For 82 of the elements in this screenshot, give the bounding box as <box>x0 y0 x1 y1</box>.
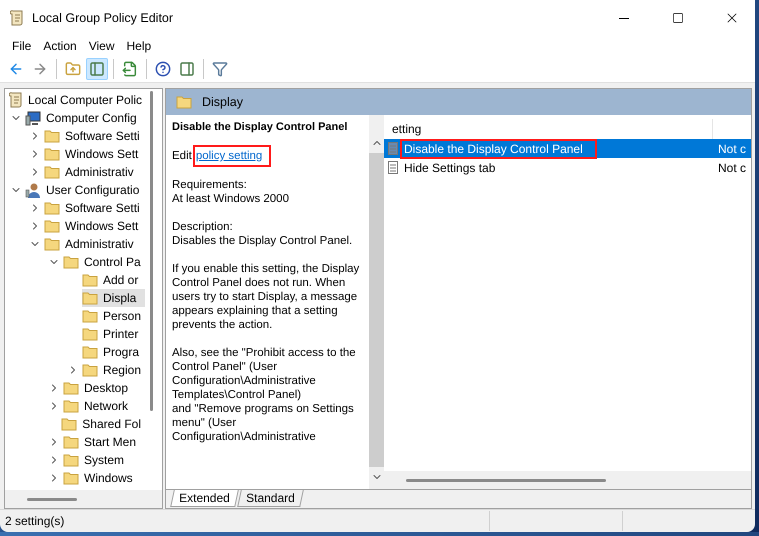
setting-state: Not c <box>717 160 746 174</box>
setting-row[interactable]: Disable the Display Control Panel Not c <box>384 139 751 158</box>
maximize-icon <box>672 12 684 24</box>
folder-icon <box>82 363 98 377</box>
menu-item[interactable]: Help <box>120 36 158 56</box>
folder-icon <box>82 309 98 323</box>
setting-name: Disable the Display Control Panel <box>402 140 595 156</box>
panel-left-icon <box>89 61 105 77</box>
scrollbar-thumb[interactable] <box>406 478 606 482</box>
tree-item[interactable]: Local Computer Polic <box>9 91 145 109</box>
folder-icon <box>82 327 98 341</box>
scrollbar-thumb[interactable] <box>150 91 152 411</box>
tree-item[interactable]: Software Setti <box>44 199 145 217</box>
folder-icon <box>63 471 79 485</box>
export-icon <box>122 61 138 77</box>
tree-item[interactable]: Displa <box>82 289 145 307</box>
description-text: Requirements: At least Windows 2000 <box>172 178 290 206</box>
tree-item[interactable]: Add or <box>82 271 145 289</box>
tree-item[interactable]: Region <box>82 361 145 379</box>
user-icon <box>25 182 41 198</box>
view-tab[interactable]: Extended <box>170 490 239 507</box>
edit-label: Edit <box>172 149 192 163</box>
policy-icon <box>388 161 398 174</box>
tree-item[interactable]: Start Men <box>63 433 145 451</box>
description-text: Description: Disables the Display Control Panel. <box>172 220 354 248</box>
tree-item[interactable]: Network <box>63 397 145 415</box>
computer-icon <box>25 110 41 126</box>
tree-item[interactable]: Software Setti <box>44 127 145 145</box>
tree-item[interactable]: Administrativ <box>44 163 145 181</box>
tree-item[interactable]: Person <box>82 307 145 325</box>
folder-up-icon <box>65 61 81 77</box>
scrollbar-thumb[interactable] <box>27 498 77 500</box>
menu-item[interactable]: View <box>82 36 120 56</box>
folder-icon <box>63 453 79 467</box>
folder-icon <box>82 345 98 359</box>
tree-item[interactable]: Control Pa <box>63 253 145 271</box>
tree-item[interactable]: Windows <box>63 469 145 487</box>
folder-icon <box>63 381 79 395</box>
view-tab[interactable]: Standard <box>236 490 304 507</box>
setting-state: Not c <box>717 142 746 156</box>
folder-icon <box>44 147 60 161</box>
tree-item[interactable]: Shared Fol <box>61 415 145 433</box>
scroll-icon <box>9 92 23 108</box>
header-title: Display <box>202 95 243 109</box>
tree-item[interactable]: User Configuratio <box>25 181 145 199</box>
folder-icon <box>82 291 98 305</box>
setting-row[interactable]: Hide Settings tab Not c <box>384 158 751 177</box>
folder-icon <box>44 129 60 143</box>
tree-item[interactable]: Windows Sett <box>44 145 145 163</box>
folder-icon <box>44 219 60 233</box>
folder-icon <box>63 435 79 449</box>
folder-icon <box>61 417 78 431</box>
policy-setting-link[interactable]: policy setting <box>196 148 268 164</box>
filter-icon <box>212 61 228 77</box>
folder-icon <box>63 399 79 413</box>
scrollbar-thumb[interactable] <box>369 153 384 467</box>
folder-icon <box>44 165 60 179</box>
folder-icon <box>63 255 79 269</box>
policy-icon <box>388 142 398 155</box>
folder-icon <box>176 95 192 109</box>
status-text: 2 setting(s) <box>5 514 66 528</box>
menu-item[interactable]: Action <box>37 36 83 56</box>
menu-item[interactable]: File <box>6 36 38 56</box>
toolbar-button[interactable] <box>86 58 108 80</box>
folder-icon <box>82 273 98 287</box>
scroll-icon <box>10 10 24 26</box>
tree-item[interactable]: Desktop <box>63 379 145 397</box>
description-text: Also, see the "Prohibit access to the Control Panel" (User Configuration\Administrative Templates\Control Panel) and "Remove programs on Settings menu" (User Configuration\Administrative <box>172 346 357 444</box>
tree-item[interactable]: System <box>63 451 145 469</box>
setting-name: Hide Settings tab <box>403 160 496 176</box>
folder-icon <box>44 237 60 251</box>
panel-right-icon <box>179 61 195 77</box>
tree-item[interactable]: Progra <box>82 343 145 361</box>
tree-item[interactable]: Printer <box>82 325 145 343</box>
description-text: If you enable this setting, the Display Control Panel does not run. When users try to start Display, a message appears explaining that a setting prevents the action. <box>172 262 360 332</box>
tree-item[interactable]: Computer Config <box>25 109 145 127</box>
policy-title: Disable the Display Control Panel <box>172 120 348 134</box>
tree-item[interactable]: Windows Sett <box>44 217 145 235</box>
folder-icon <box>44 201 60 215</box>
help-icon <box>155 61 171 77</box>
window-title: Local Group Policy Editor <box>32 11 174 25</box>
tree-item[interactable]: Administrativ <box>44 235 145 253</box>
